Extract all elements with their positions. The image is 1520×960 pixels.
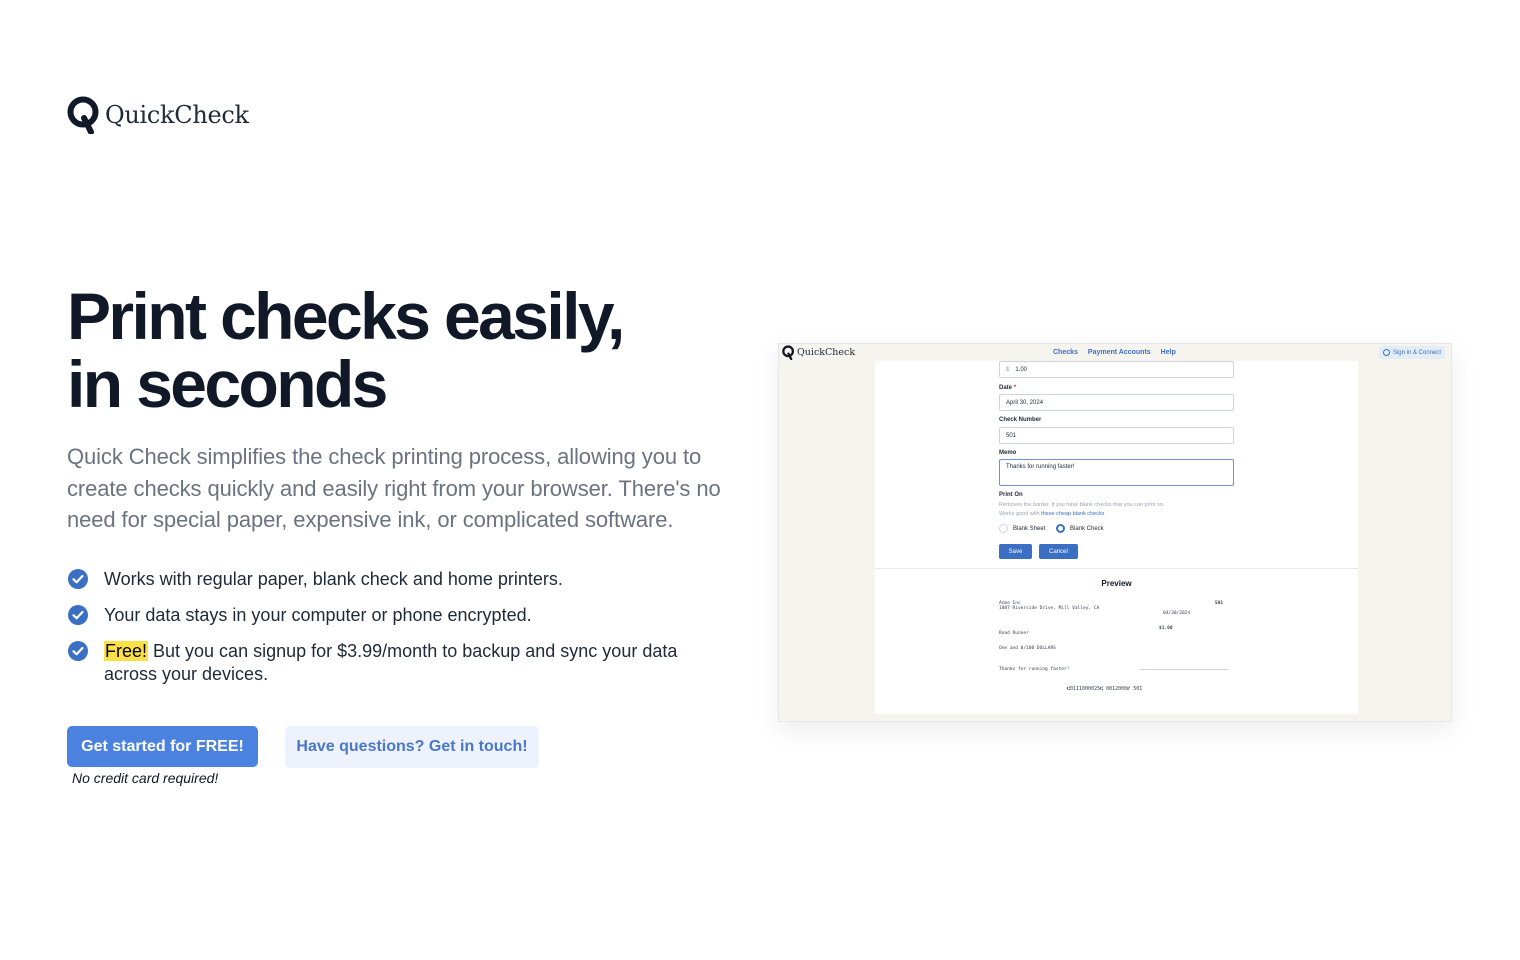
blank-checks-link: these cheap blank checks — [1041, 511, 1105, 517]
signin-label: Sign in & Connect — [1392, 349, 1441, 356]
hero-title: Print checks easily, in seconds — [67, 282, 707, 418]
no-credit-card-note: No credit card required! — [72, 770, 219, 786]
circle-icon — [1382, 349, 1390, 356]
check-number-label: Check Number — [999, 417, 1042, 423]
date-label: Date * — [999, 385, 1017, 391]
brand-logo[interactable]: QuickCheck — [67, 96, 249, 134]
amount-prefix: $ — [1006, 366, 1010, 373]
print-on-help-2: Works good with these cheap blank checks — [999, 511, 1105, 517]
preview-memo: Thanks for running faster! — [999, 667, 1070, 672]
check-number-field: 501 — [999, 427, 1234, 444]
check-circle-icon — [68, 641, 88, 661]
screenshot-logo: QuickCheck — [782, 345, 855, 360]
radio-icon — [999, 524, 1008, 533]
preview-title: Preview — [1101, 579, 1132, 588]
screenshot-brand: QuickCheck — [797, 347, 856, 358]
screenshot-form-card: $ 1.00 Date * April 30, 2024 Check Numbe… — [875, 361, 1358, 714]
contact-button[interactable]: Have questions? Get in touch! — [285, 726, 539, 768]
app-screenshot: QuickCheck Checks Payment Accounts Help … — [778, 343, 1452, 722]
free-highlight: Free! — [104, 641, 149, 661]
divider — [875, 568, 1358, 569]
feature-item: Free! But you can signup for $3.99/month… — [67, 640, 727, 686]
hero-subtitle: Quick Check simplifies the check printin… — [67, 444, 721, 532]
preview-micr: ⑆0111000025⑆ 0012000⑈ 501 — [1067, 686, 1143, 692]
preview-address: 1887 Riverside Drive, Mill Valley, CA — [999, 606, 1100, 611]
q-logo-icon — [67, 96, 99, 134]
get-started-button[interactable]: Get started for FREE! — [67, 726, 258, 767]
print-on-label: Print On — [999, 492, 1023, 498]
amount-field: $ 1.00 — [999, 361, 1234, 378]
nav-checks: Checks — [1053, 349, 1078, 356]
hero-title-line2: in seconds — [67, 347, 388, 421]
feature-text: But you can signup for $3.99/month to ba… — [104, 641, 678, 684]
date-field: April 30, 2024 — [999, 394, 1234, 411]
preview-amount-words: One and 0/100 DOLLARS — [999, 646, 1056, 651]
check-circle-icon — [68, 569, 88, 589]
screenshot-nav: Checks Payment Accounts Help — [1053, 349, 1176, 356]
radio-blank-check: Blank Check — [1056, 524, 1104, 533]
radio-blank-sheet: Blank Sheet — [999, 524, 1045, 533]
check-circle-icon — [68, 605, 88, 625]
preview-payee: Road Runner — [999, 631, 1029, 636]
preview-check-number: 501 — [1215, 601, 1224, 606]
feature-list: Works with regular paper, blank check an… — [67, 568, 727, 699]
memo-label: Memo — [999, 450, 1017, 456]
screenshot-save-button: Save — [999, 544, 1032, 559]
hero-title-line1: Print checks easily, — [67, 279, 625, 353]
preview-date: 04/30/2024 — [1163, 611, 1191, 616]
screenshot-cancel-button: Cancel — [1039, 544, 1078, 559]
brand-name: QuickCheck — [105, 101, 249, 129]
nav-payment-accounts: Payment Accounts — [1087, 349, 1151, 356]
print-on-help: Removes the border, if you have blank ch… — [999, 502, 1165, 508]
feature-item: Works with regular paper, blank check an… — [67, 568, 727, 591]
memo-field: Thanks for running faster! — [999, 459, 1234, 486]
feature-item: Your data stays in your computer or phon… — [67, 604, 727, 627]
radio-selected-icon — [1056, 524, 1065, 533]
nav-help: Help — [1160, 349, 1176, 356]
feature-text: Works with regular paper, blank check an… — [104, 569, 563, 589]
q-logo-icon — [782, 345, 795, 360]
preview-amount: $1.00 — [1159, 626, 1173, 631]
feature-text: Your data stays in your computer or phon… — [104, 605, 532, 625]
signature-line — [1139, 669, 1229, 670]
amount-value: 1.00 — [1015, 366, 1028, 373]
screenshot-signin: Sign in & Connect — [1378, 346, 1445, 359]
feature-text-group: Free! But you can signup for $3.99/month… — [104, 640, 727, 686]
